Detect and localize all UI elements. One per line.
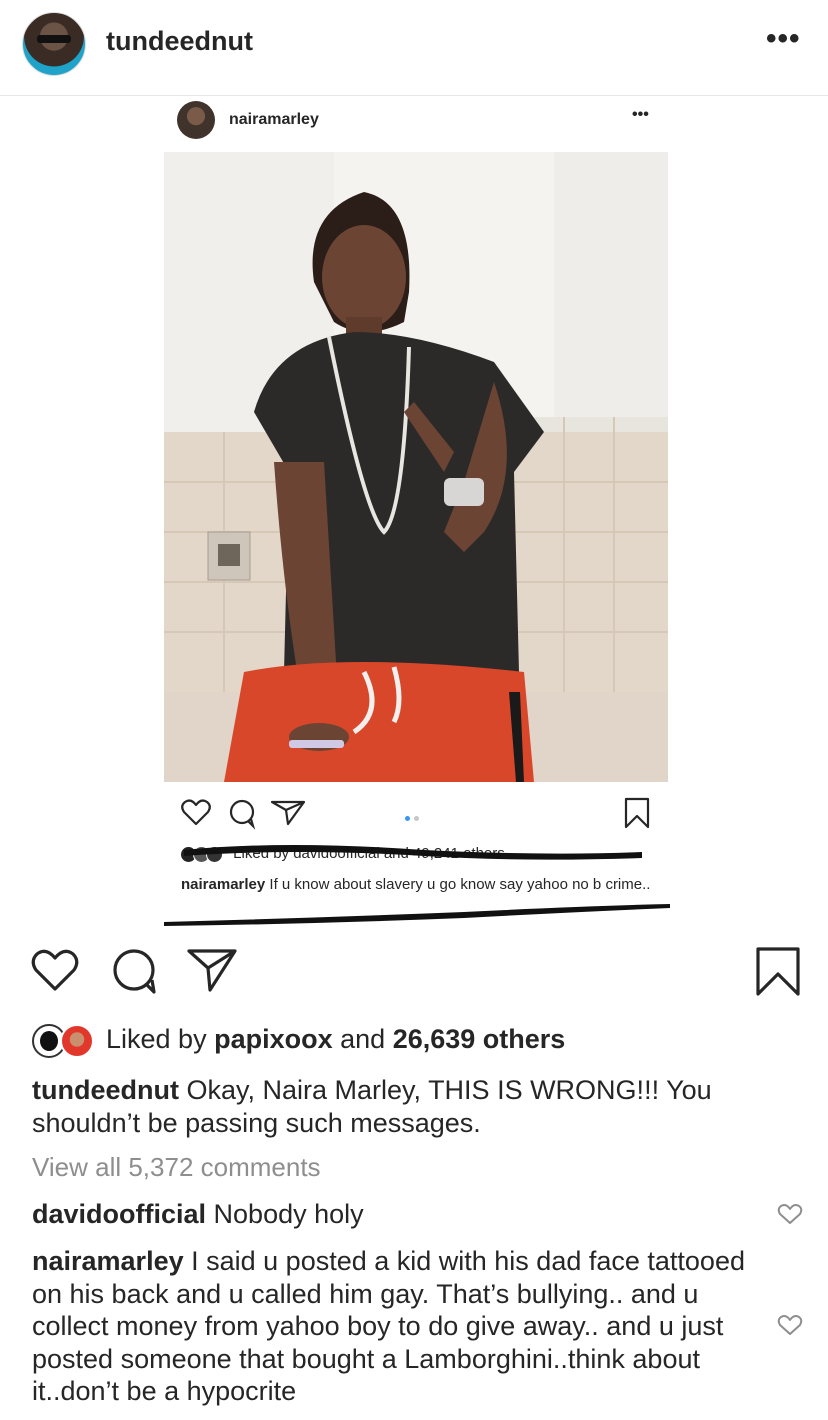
liker-avatar[interactable] — [60, 1024, 94, 1058]
comment-item: davidoofficial Nobody holy — [32, 1198, 752, 1231]
comment-item: nairamarley I said u posted a kid with h… — [32, 1245, 752, 1408]
post-author-username[interactable]: tundeednut — [106, 26, 253, 57]
likes-count[interactable]: 26,639 others — [393, 1024, 566, 1054]
scribble-line — [184, 845, 642, 860]
scribble-line-bottom — [164, 904, 670, 926]
embedded-bookmark-icon — [622, 796, 652, 835]
embedded-photo — [164, 152, 668, 782]
embedded-username: nairamarley — [229, 111, 319, 128]
profile-avatar[interactable] — [22, 12, 86, 76]
comment-like-icon[interactable] — [777, 1202, 803, 1231]
embedded-actions — [180, 796, 310, 835]
comment-like-icon[interactable] — [777, 1313, 803, 1342]
post-caption: tundeednut Okay, Naira Marley, THIS IS W… — [32, 1074, 802, 1140]
embedded-caption-text: If u know about slavery u go know say ya… — [269, 876, 651, 893]
carousel-dot-active — [405, 816, 410, 821]
more-options-icon[interactable]: ••• — [766, 22, 801, 56]
comment-username[interactable]: nairamarley — [32, 1246, 184, 1276]
like-button[interactable] — [30, 946, 80, 999]
carousel-dots — [405, 808, 423, 826]
view-all-comments-link[interactable]: View all 5,372 comments — [32, 1152, 321, 1183]
share-button[interactable] — [186, 946, 238, 999]
embedded-caption-user: nairamarley — [181, 876, 266, 893]
embedded-more-icon: ••• — [632, 106, 649, 123]
likes-prefix: Liked by — [106, 1024, 207, 1054]
embedded-caption: nairamarley If u know about slavery u go… — [181, 875, 661, 895]
caption-username[interactable]: tundeednut — [32, 1075, 179, 1105]
embedded-avatar — [177, 101, 215, 139]
carousel-dot — [414, 816, 419, 821]
comment-button[interactable] — [110, 946, 160, 1001]
likes-joiner: and — [340, 1024, 386, 1054]
comment-username[interactable]: davidoofficial — [32, 1199, 206, 1229]
bookmark-button[interactable] — [754, 946, 802, 1003]
comment-text: Nobody holy — [213, 1199, 364, 1229]
likes-summary[interactable]: Liked by papixoox and 26,639 others — [106, 1024, 565, 1055]
liker-username[interactable]: papixoox — [214, 1024, 333, 1054]
